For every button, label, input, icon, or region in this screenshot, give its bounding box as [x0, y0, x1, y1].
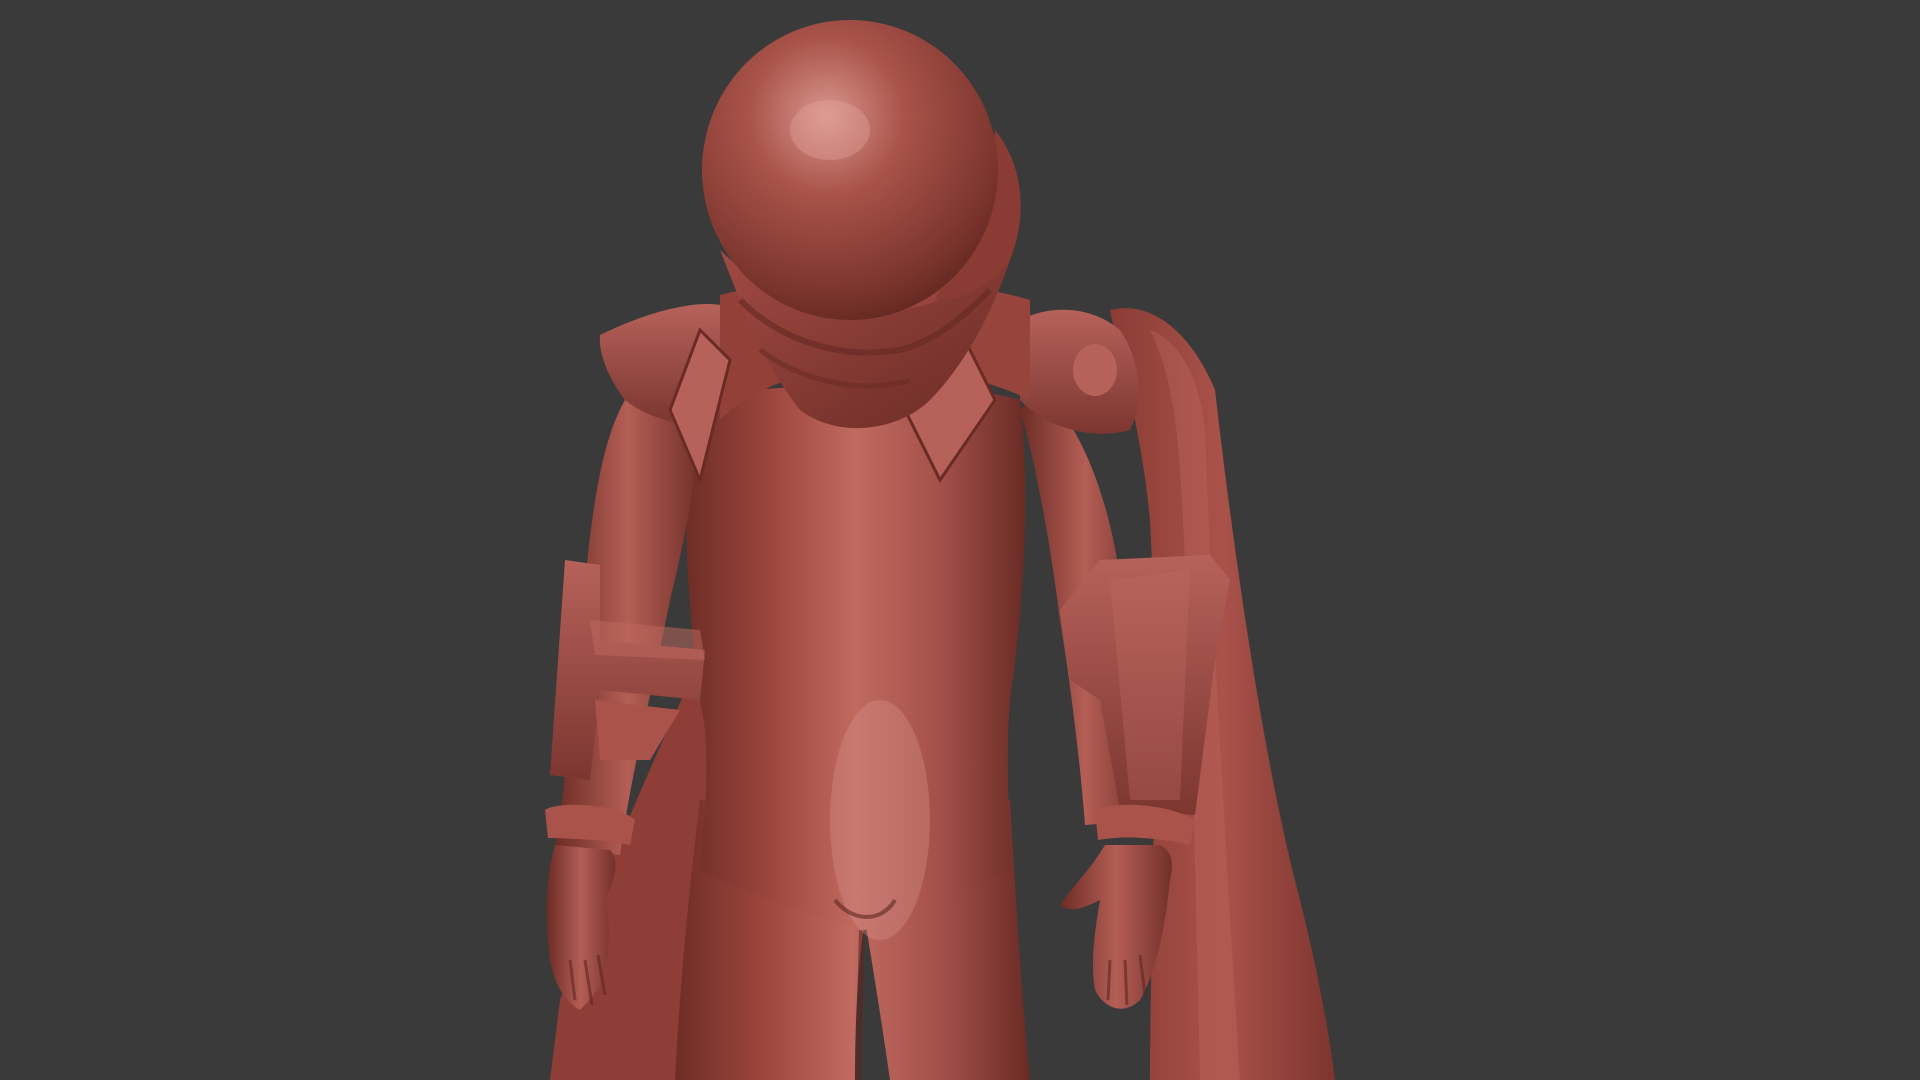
- torso: [685, 385, 1026, 940]
- helmet: [702, 20, 998, 320]
- sculpt-viewport[interactable]: [0, 0, 1920, 1080]
- sculpt-model-render[interactable]: [0, 0, 1920, 1080]
